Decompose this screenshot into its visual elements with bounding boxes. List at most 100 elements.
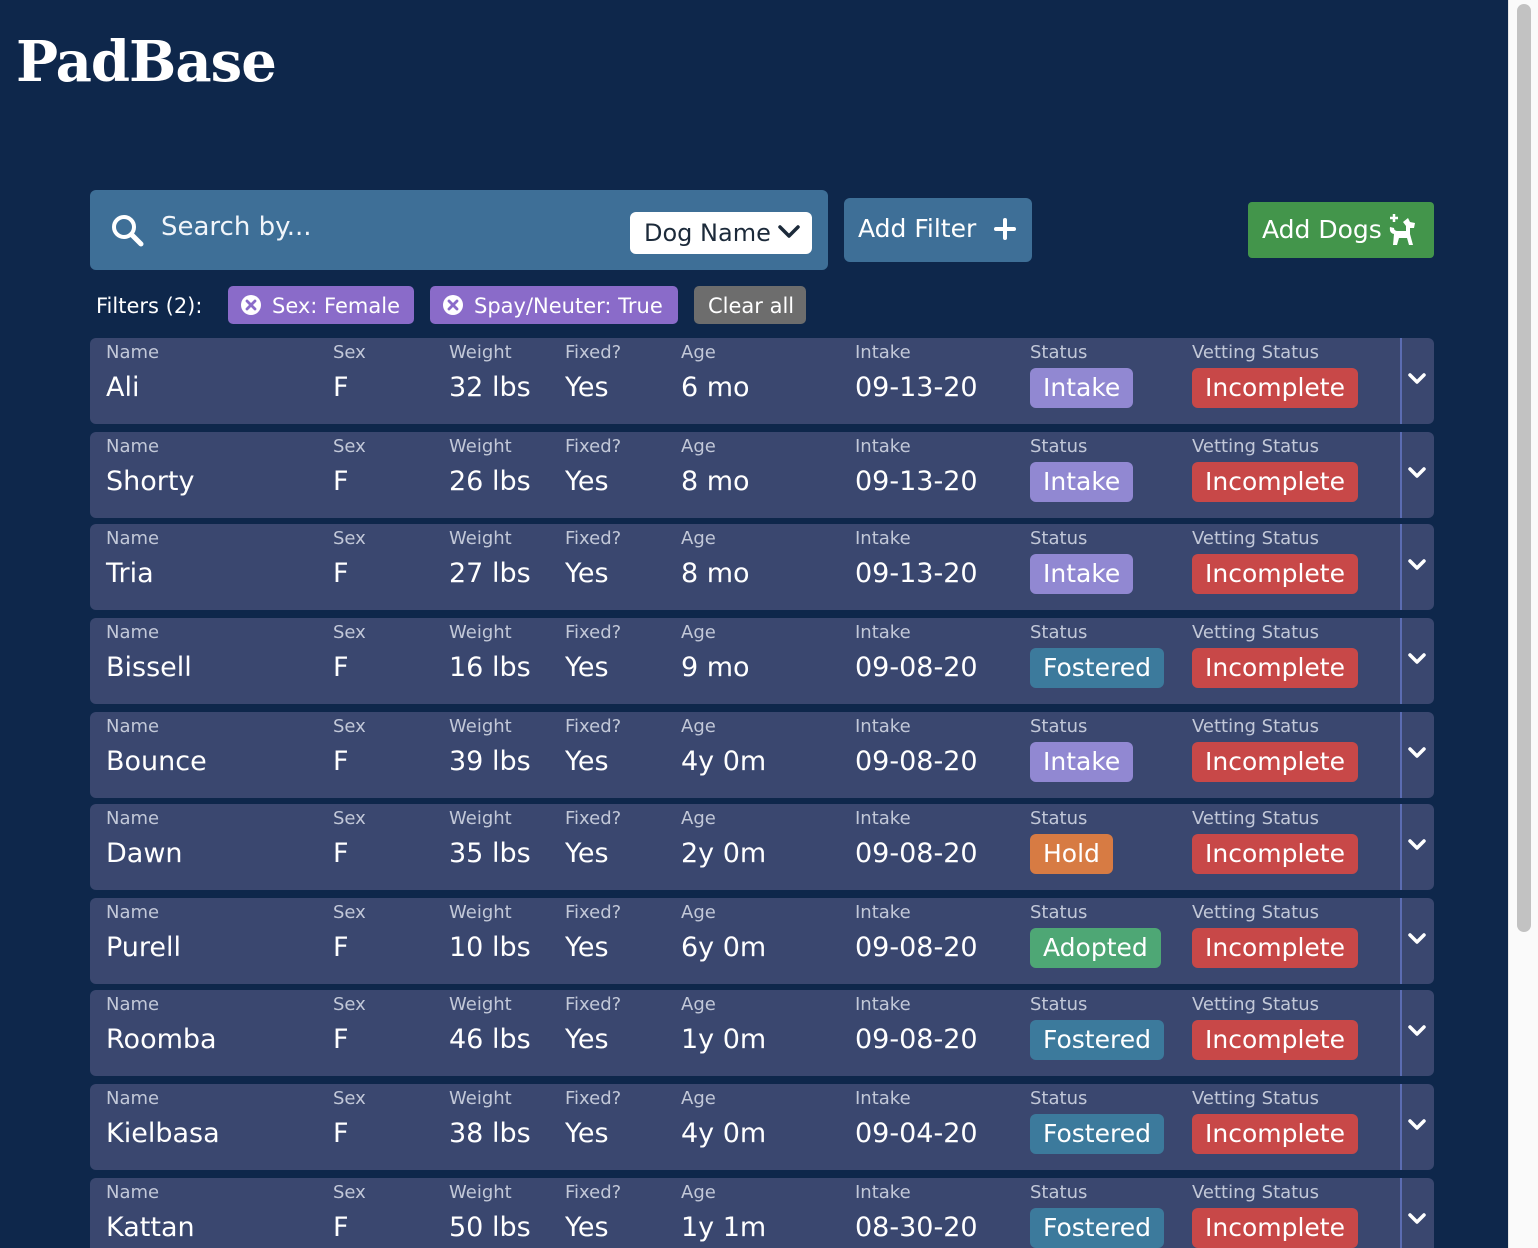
- dog-row[interactable]: Name Shorty Sex F Weight 26 lbs Fixed? Yes Age 8 …: [90, 432, 1434, 518]
- cell-fixed: Fixed? Yes: [565, 436, 621, 500]
- cell-fixed: Fixed? Yes: [565, 1182, 621, 1246]
- column-label-vetting: Vetting Status: [1192, 528, 1320, 549]
- row-divider: [1400, 712, 1402, 798]
- value-sex: F: [333, 1118, 349, 1149]
- value-fixed: Yes: [565, 652, 609, 683]
- value-age: 1y 1m: [681, 1212, 767, 1243]
- value-intake: 09-13-20: [855, 372, 978, 403]
- value-fixed: Yes: [565, 838, 609, 869]
- column-label-status: Status: [1030, 1088, 1088, 1109]
- cell-intake: Intake 09-13-20: [855, 342, 978, 406]
- column-label-weight: Weight: [449, 342, 512, 363]
- cell-status: Status Intake: [1030, 528, 1134, 594]
- cell-weight: Weight 39 lbs: [449, 716, 531, 780]
- chevron-down-icon[interactable]: [1408, 1024, 1426, 1038]
- column-label-name: Name: [106, 528, 160, 549]
- chevron-down-icon[interactable]: [1408, 652, 1426, 666]
- dog-row[interactable]: Name Bissell Sex F Weight 16 lbs Fixed? Yes Age 9…: [90, 618, 1434, 704]
- search-field-select[interactable]: Dog Name: [630, 212, 812, 254]
- status-badge: Intake: [1030, 554, 1134, 594]
- vetting-status-badge: Incomplete: [1192, 1208, 1358, 1248]
- dog-row[interactable]: Name Kattan Sex F Weight 50 lbs Fixed? Yes Age 1y…: [90, 1178, 1434, 1248]
- dog-row[interactable]: Name Roomba Sex F Weight 46 lbs Fixed? Yes Age 1y…: [90, 990, 1434, 1076]
- value-sex: F: [333, 558, 349, 589]
- cell-vetting: Vetting Status Incomplete: [1192, 716, 1358, 782]
- value-name: Dawn: [106, 838, 183, 869]
- cell-fixed: Fixed? Yes: [565, 528, 621, 592]
- value-age: 8 mo: [681, 466, 750, 497]
- column-label-sex: Sex: [333, 342, 366, 363]
- chevron-down-icon[interactable]: [1408, 1212, 1426, 1226]
- value-name: Kielbasa: [106, 1118, 220, 1149]
- column-label-intake: Intake: [855, 1182, 911, 1203]
- cell-vetting: Vetting Status Incomplete: [1192, 622, 1358, 688]
- column-label-vetting: Vetting Status: [1192, 436, 1320, 457]
- column-label-intake: Intake: [855, 436, 911, 457]
- value-fixed: Yes: [565, 558, 609, 589]
- column-label-intake: Intake: [855, 902, 911, 923]
- value-intake: 09-08-20: [855, 652, 978, 683]
- column-label-name: Name: [106, 902, 160, 923]
- cell-vetting: Vetting Status Incomplete: [1192, 342, 1358, 408]
- chevron-down-icon[interactable]: [1408, 558, 1426, 572]
- cell-fixed: Fixed? Yes: [565, 1088, 621, 1152]
- chevron-down-icon[interactable]: [1408, 372, 1426, 386]
- value-sex: F: [333, 932, 349, 963]
- column-label-name: Name: [106, 994, 160, 1015]
- column-label-sex: Sex: [333, 1182, 366, 1203]
- value-sex: F: [333, 652, 349, 683]
- dog-row[interactable]: Name Kielbasa Sex F Weight 38 lbs Fixed? Yes Age…: [90, 1084, 1434, 1170]
- value-weight: 26 lbs: [449, 466, 531, 497]
- search-bar[interactable]: Search by... Dog Name: [90, 190, 828, 270]
- value-age: 1y 0m: [681, 1024, 767, 1055]
- cell-name: Name Kielbasa: [106, 1088, 220, 1152]
- cell-sex: Sex F: [333, 902, 366, 966]
- chevron-down-icon[interactable]: [1408, 838, 1426, 852]
- column-label-sex: Sex: [333, 808, 366, 829]
- vetting-status-badge: Incomplete: [1192, 928, 1358, 968]
- column-label-weight: Weight: [449, 436, 512, 457]
- chevron-down-icon[interactable]: [1408, 466, 1426, 480]
- column-label-sex: Sex: [333, 994, 366, 1015]
- close-circle-icon[interactable]: [442, 294, 464, 316]
- row-divider: [1400, 432, 1402, 518]
- dog-row[interactable]: Name Tria Sex F Weight 27 lbs Fixed? Yes Age 8 mo…: [90, 524, 1434, 610]
- dog-row[interactable]: Name Dawn Sex F Weight 35 lbs Fixed? Yes Age 2y 0…: [90, 804, 1434, 890]
- row-divider: [1400, 1084, 1402, 1170]
- column-label-vetting: Vetting Status: [1192, 1182, 1320, 1203]
- filter-chip-sex[interactable]: Sex: Female: [228, 286, 414, 324]
- search-input[interactable]: Search by...: [161, 212, 312, 242]
- scrollbar[interactable]: [1508, 0, 1538, 1248]
- column-label-fixed: Fixed?: [565, 716, 622, 737]
- filter-chip-spay-neuter[interactable]: Spay/Neuter: True: [430, 286, 678, 324]
- column-label-age: Age: [681, 808, 716, 829]
- chevron-down-icon[interactable]: [1408, 932, 1426, 946]
- close-circle-icon[interactable]: [240, 294, 262, 316]
- value-age: 6 mo: [681, 372, 750, 403]
- chevron-down-icon[interactable]: [1408, 1118, 1426, 1132]
- value-age: 9 mo: [681, 652, 750, 683]
- cell-name: Name Purell: [106, 902, 181, 966]
- value-name: Ali: [106, 372, 140, 403]
- add-dogs-button[interactable]: Add Dogs: [1248, 202, 1434, 258]
- scrollbar-thumb[interactable]: [1517, 4, 1531, 932]
- value-intake: 09-08-20: [855, 932, 978, 963]
- value-name: Tria: [106, 558, 154, 589]
- column-label-weight: Weight: [449, 994, 512, 1015]
- cell-sex: Sex F: [333, 436, 366, 500]
- chevron-down-icon[interactable]: [1408, 746, 1426, 760]
- cell-weight: Weight 38 lbs: [449, 1088, 531, 1152]
- dog-row[interactable]: Name Purell Sex F Weight 10 lbs Fixed? Yes Age 6y…: [90, 898, 1434, 984]
- column-label-fixed: Fixed?: [565, 528, 622, 549]
- value-sex: F: [333, 466, 349, 497]
- vetting-status-badge: Incomplete: [1192, 648, 1358, 688]
- clear-all-button[interactable]: Clear all: [694, 286, 806, 324]
- dog-row[interactable]: Name Bounce Sex F Weight 39 lbs Fixed? Yes Age 4y…: [90, 712, 1434, 798]
- column-label-vetting: Vetting Status: [1192, 808, 1320, 829]
- column-label-vetting: Vetting Status: [1192, 622, 1320, 643]
- value-age: 8 mo: [681, 558, 750, 589]
- dog-row[interactable]: Name Ali Sex F Weight 32 lbs Fixed? Yes Age 6 mo I…: [90, 338, 1434, 424]
- cell-age: Age 1y 0m: [681, 994, 766, 1058]
- value-intake: 09-08-20: [855, 746, 978, 777]
- add-filter-button[interactable]: Add Filter: [844, 198, 1032, 262]
